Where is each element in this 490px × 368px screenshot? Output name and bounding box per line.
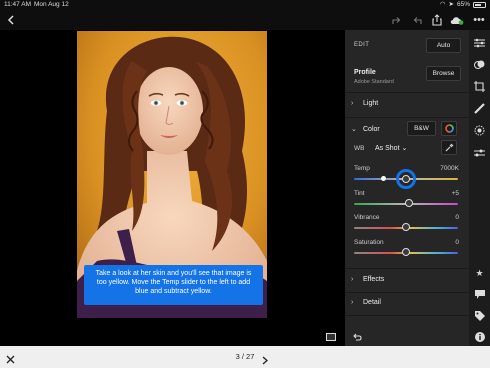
wb-value: As Shot (375, 145, 400, 152)
section-light-label: Light (363, 100, 379, 107)
coach-tooltip: Take a look at her skin and you'll see t… (84, 265, 263, 305)
compare-icon[interactable] (326, 333, 336, 341)
color-wheel-icon (444, 124, 454, 133)
next-photo-icon[interactable] (262, 352, 268, 368)
section-light[interactable]: › Light (351, 100, 378, 107)
battery-percent: 65% (456, 1, 470, 8)
wifi-icon: ◠ (439, 1, 446, 8)
color-mix-button[interactable] (441, 121, 457, 136)
temp-value: 7000K (440, 165, 459, 172)
cloud-sync-icon[interactable] (449, 12, 465, 28)
saturation-slider-thumb[interactable] (402, 248, 410, 256)
saturation-value: 0 (455, 239, 459, 246)
status-date: Mon Aug 12 (34, 1, 69, 8)
edit-sliders-icon[interactable] (472, 145, 487, 160)
tint-slider-thumb[interactable] (405, 199, 414, 207)
bottom-bar: 3 / 27 (0, 346, 490, 368)
temp-label: Temp (354, 165, 370, 172)
comment-icon[interactable] (472, 287, 487, 302)
tag-icon[interactable] (472, 308, 487, 323)
photo-pager: 3 / 27 (235, 352, 255, 361)
star-icon[interactable]: ★ (472, 266, 487, 281)
chevron-left-icon[interactable] (3, 12, 19, 28)
divider (345, 268, 469, 269)
presets-icon[interactable] (472, 57, 487, 72)
tool-strip: ★ (469, 30, 490, 346)
temp-slider-highlight (396, 169, 416, 189)
eyedropper-button[interactable] (441, 140, 457, 155)
divider (345, 292, 469, 293)
section-detail[interactable]: › Detail (351, 299, 381, 306)
adjust-sliders-icon[interactable] (472, 35, 487, 50)
profile-label: Profile (354, 69, 376, 76)
top-toolbar: ••• (0, 10, 490, 30)
battery-icon (473, 2, 486, 8)
section-effects-label: Effects (363, 276, 385, 283)
vibrance-label: Vibrance (354, 214, 380, 221)
divider (345, 92, 469, 93)
chevron-down-icon: ⌄ (351, 126, 357, 133)
section-color[interactable]: ⌄ Color (351, 125, 380, 134)
browse-button[interactable]: Browse (426, 66, 461, 81)
chevron-down-icon: ⌄ (401, 145, 408, 152)
saturation-label: Saturation (354, 239, 384, 246)
status-right: ◠ ➤ 65% (440, 0, 486, 10)
wb-label: WB (354, 145, 365, 152)
info-icon[interactable] (472, 329, 487, 344)
more-icon[interactable]: ••• (471, 12, 487, 28)
location-icon: ➤ (448, 1, 454, 8)
redo-icon[interactable] (388, 12, 404, 28)
tint-label: Tint (354, 190, 365, 197)
share-icon[interactable] (429, 12, 445, 28)
auto-button[interactable]: Auto (426, 38, 461, 53)
reset-icon[interactable] (352, 333, 362, 343)
vibrance-value: 0 (455, 214, 459, 221)
chevron-right-icon: › (351, 276, 354, 283)
healing-brush-icon[interactable] (472, 101, 487, 116)
divider (345, 315, 469, 316)
edit-panel: EDIT Auto Profile Adobe Standard Browse … (345, 30, 469, 346)
wb-select[interactable]: As Shot ⌄ (375, 144, 407, 152)
edit-title: EDIT (354, 42, 370, 48)
selective-icon[interactable] (472, 123, 487, 138)
divider (345, 117, 469, 118)
temp-default-marker (380, 176, 386, 181)
status-bar: 11:47 AM Mon Aug 12 ◠ ➤ 65% (0, 0, 490, 10)
chevron-right-icon: › (351, 299, 354, 306)
eyedropper-icon (445, 143, 453, 152)
tint-value: +5 (451, 190, 459, 197)
bw-button[interactable]: B&W (407, 121, 436, 136)
undo-icon[interactable] (409, 12, 425, 28)
status-time: 11:47 AM (4, 1, 31, 8)
crop-icon[interactable] (472, 79, 487, 94)
section-detail-label: Detail (363, 299, 381, 306)
section-effects[interactable]: › Effects (351, 276, 384, 283)
chevron-right-icon: › (351, 100, 354, 107)
photo-canvas[interactable]: Take a look at her skin and you'll see t… (0, 30, 345, 318)
section-color-label: Color (363, 125, 380, 133)
vibrance-slider-thumb[interactable] (402, 223, 410, 231)
profile-value[interactable]: Adobe Standard (354, 79, 394, 85)
